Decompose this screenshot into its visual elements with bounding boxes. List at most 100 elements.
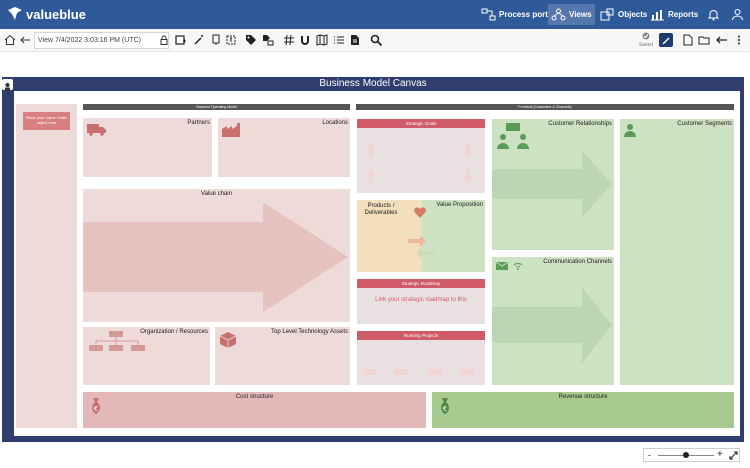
money-bag-icon: € — [92, 398, 100, 414]
nav-views[interactable]: Views — [548, 4, 595, 25]
person-icon — [624, 124, 636, 137]
undo-icon[interactable] — [716, 34, 728, 46]
check-circle-icon — [642, 32, 650, 40]
list-icon[interactable] — [333, 34, 345, 46]
views-icon — [551, 8, 566, 21]
copy-format-icon[interactable] — [210, 34, 222, 46]
nav-process-portal[interactable]: Process portal — [478, 4, 558, 25]
factory-icon — [222, 123, 240, 137]
fit-to-screen-icon[interactable] — [729, 451, 738, 460]
arrows-up-down-graphic — [366, 143, 473, 183]
folder-icon[interactable] — [698, 34, 710, 46]
document-icon[interactable] — [349, 34, 361, 46]
products-deliverables-label: Products / Deliverables — [364, 203, 398, 216]
grid-hash-icon[interactable] — [283, 34, 295, 46]
process-portal-icon — [481, 8, 496, 21]
strategic-goals-header: Strategic Goals — [357, 119, 485, 128]
cost-structure-section[interactable]: Cost structure € — [83, 392, 426, 428]
nav-reports[interactable]: Reports — [647, 4, 701, 25]
cube-icon — [219, 332, 237, 348]
heart-icon — [414, 207, 426, 218]
lock-icon[interactable] — [158, 34, 170, 46]
map-icon[interactable] — [316, 34, 328, 46]
customer-segments-label: Customer Segments — [677, 121, 732, 127]
user-profile-button[interactable] — [728, 4, 747, 25]
envelope-wifi-icon — [496, 261, 523, 270]
new-document-icon[interactable] — [682, 34, 694, 46]
home-icon[interactable] — [4, 34, 16, 46]
frame-select-icon[interactable] — [225, 34, 237, 46]
user-icon — [732, 9, 743, 21]
value-chain-label: Value chain — [201, 191, 232, 197]
nav-objects[interactable]: Objects — [597, 4, 650, 25]
strategic-roadmap-section[interactable]: Strategic Roadmap Link your strategic ro… — [357, 279, 485, 324]
backend-header: Backend Operating Model — [83, 104, 350, 110]
canvas-title: Business Model Canvas — [319, 78, 427, 89]
more-menu-icon[interactable] — [733, 34, 745, 46]
technology-assets-section[interactable]: Top Level Technology Assets — [215, 327, 350, 385]
magnet-icon[interactable] — [299, 34, 311, 46]
top-navigation-bar: valueblue Process portal Views Objects R… — [0, 0, 750, 29]
edit-button[interactable] — [659, 33, 673, 47]
running-projects-header: Running Projects — [357, 331, 485, 340]
partners-section[interactable]: Partners — [83, 118, 212, 177]
svg-text:€: € — [94, 405, 98, 413]
cost-structure-label: Cost structure — [235, 394, 274, 400]
brand-name: valueblue — [26, 7, 86, 22]
value-chain-section[interactable]: Value chain — [83, 189, 350, 322]
nav-reports-label: Reports — [668, 10, 699, 19]
zoom-out-button[interactable]: - — [648, 450, 651, 460]
search-icon[interactable] — [370, 34, 383, 47]
nav-views-label: Views — [569, 10, 592, 19]
truck-icon — [87, 124, 106, 136]
magic-wand-icon[interactable] — [193, 34, 205, 46]
label-tools-icon[interactable] — [262, 34, 274, 46]
reports-icon — [651, 10, 664, 21]
communication-channels-section[interactable]: Communication Channels — [492, 257, 614, 385]
communication-channels-label: Communication Channels — [543, 259, 612, 265]
customer-relationships-label: Customer Relationships — [548, 121, 612, 127]
value-chain-hint: Place your Value Chain object here — [23, 112, 70, 130]
view-name-field[interactable]: View 7/4/2022 3:03:16 PM (UTC) — [34, 32, 169, 49]
saved-status: Saved — [638, 32, 654, 48]
svg-text:€: € — [443, 405, 447, 413]
partners-label: Partners — [187, 120, 210, 126]
strategic-goals-section[interactable]: Strategic Goals — [357, 119, 485, 193]
money-bag-icon: € — [441, 398, 449, 414]
add-object-icon[interactable] — [175, 34, 187, 46]
running-projects-section[interactable]: Running Projects — [357, 331, 485, 385]
revenue-structure-section[interactable]: Revenue structure € — [432, 392, 734, 428]
zoom-in-button[interactable]: + — [717, 449, 723, 460]
locations-section[interactable]: Locations — [218, 118, 350, 177]
bell-icon — [707, 10, 720, 21]
relationships-arrow-graphic — [492, 151, 612, 217]
channels-arrow-graphic — [492, 287, 612, 363]
roadmap-link[interactable]: Link your strategic roadmap to this — [357, 297, 485, 303]
strategic-roadmap-header: Strategic Roadmap — [357, 279, 485, 288]
locations-label: Locations — [322, 120, 348, 126]
revenue-structure-label: Revenue structure — [558, 394, 608, 400]
value-chain-arrow-graphic — [83, 202, 348, 312]
frontend-header: Frontend (Customers & Channels) — [356, 104, 734, 110]
arrows-left-graphic — [362, 366, 474, 378]
technology-assets-label: Top Level Technology Assets — [271, 329, 348, 335]
exchange-cycle-icon — [408, 235, 434, 259]
value-chain-placeholder-column[interactable] — [16, 104, 77, 428]
objects-icon — [600, 8, 614, 21]
nav-process-portal-label: Process portal — [499, 10, 555, 19]
organization-resources-label: Organization / Resources — [140, 329, 208, 335]
zoom-control: - + — [643, 448, 740, 462]
tag-icon[interactable] — [245, 34, 257, 46]
organization-resources-section[interactable]: Organization / Resources — [83, 327, 210, 385]
people-chat-icon — [497, 123, 529, 149]
back-arrow-icon[interactable] — [19, 34, 31, 46]
org-chart-icon — [89, 331, 145, 351]
zoom-slider-handle[interactable] — [683, 452, 689, 458]
nav-objects-label: Objects — [618, 10, 648, 19]
value-proposition-label: Value Proposition — [436, 202, 483, 208]
view-toolbar: View 7/4/2022 3:03:16 PM (UTC) Saved — [0, 29, 750, 52]
customer-relationships-section[interactable]: Customer Relationships — [492, 119, 614, 250]
customer-segments-section[interactable]: Customer Segments — [620, 119, 734, 385]
notifications-button[interactable] — [704, 4, 723, 25]
pencil-icon — [662, 37, 670, 45]
